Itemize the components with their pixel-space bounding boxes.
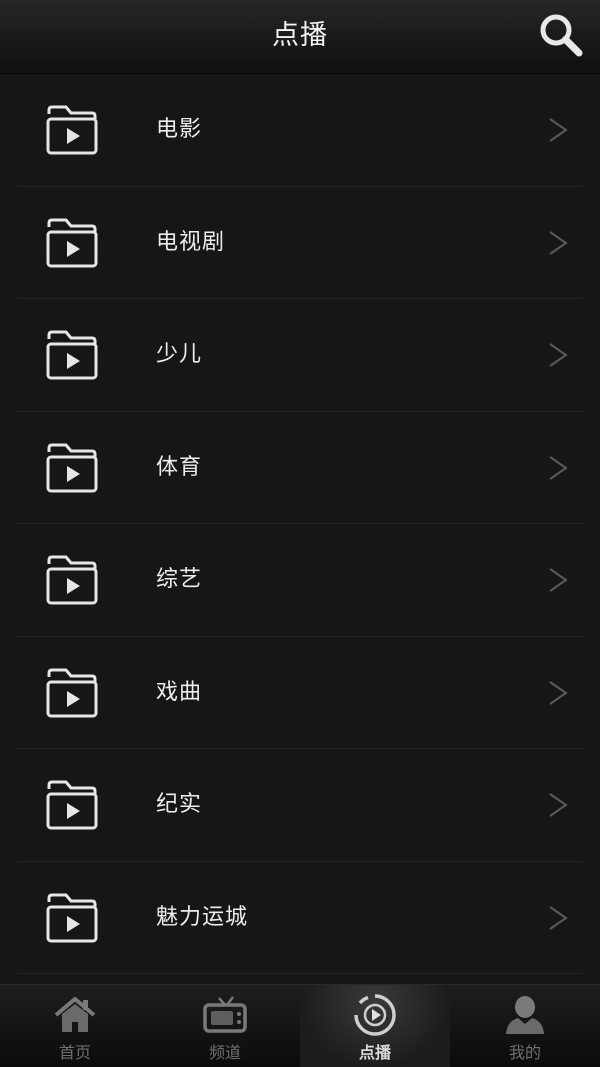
search-icon: [540, 14, 583, 57]
list-item-2[interactable]: 少儿: [0, 299, 600, 412]
category-list: 电影 电视剧 少儿 体育 综艺 戏曲 纪实 魅力运城: [0, 74, 600, 974]
chevron-right-icon: [549, 343, 568, 367]
tab-label: 点播: [358, 1043, 391, 1062]
play-circle-icon: [354, 994, 396, 1036]
list-item-0[interactable]: 电影: [0, 74, 600, 187]
tab-home[interactable]: 首页: [0, 985, 150, 1067]
tab-label: 首页: [58, 1043, 91, 1062]
list-item-label: 电影: [156, 117, 203, 142]
list-item-label: 纪实: [156, 792, 203, 817]
page-title: 点播: [272, 20, 328, 51]
list-item-label: 戏曲: [156, 679, 203, 705]
chevron-right-icon: [549, 230, 568, 255]
user-icon: [506, 996, 544, 1034]
list-item-7[interactable]: 魅力运城: [0, 861, 600, 974]
folder-play-icon: [46, 555, 98, 605]
chevron-right-icon: [549, 680, 568, 705]
tab-label: 频道: [208, 1043, 241, 1062]
chevron-right-icon: [549, 118, 568, 142]
home-icon: [54, 997, 96, 1032]
list-item-3[interactable]: 体育: [0, 411, 600, 524]
chevron-right-icon: [549, 793, 568, 817]
list-item-1[interactable]: 电视剧: [0, 186, 600, 299]
tab-label: 我的: [508, 1043, 541, 1062]
list-item-5[interactable]: 戏曲: [0, 636, 600, 749]
folder-play-icon: [46, 668, 98, 717]
tv-icon: [203, 996, 247, 1033]
chevron-right-icon: [549, 455, 568, 480]
search-button[interactable]: [536, 10, 586, 60]
tab-channels[interactable]: 频道: [150, 985, 300, 1067]
chevron-right-icon: [549, 905, 568, 930]
list-item-6[interactable]: 纪实: [0, 749, 600, 862]
folder-play-icon: [46, 218, 98, 267]
tab-me[interactable]: 我的: [450, 985, 600, 1067]
chevron-right-icon: [549, 568, 568, 592]
tab-vod[interactable]: 点播: [300, 985, 450, 1067]
bottom-tab-bar: 首页 频道 点播 我的: [0, 984, 600, 1067]
folder-play-icon: [46, 780, 98, 830]
list-item-label: 魅力运城: [156, 904, 249, 930]
folder-play-icon: [46, 893, 98, 942]
folder-play-icon: [46, 443, 98, 492]
folder-play-icon: [46, 330, 98, 380]
list-item-label: 电视剧: [156, 229, 226, 255]
list-item-label: 综艺: [156, 567, 203, 592]
list-item-label: 少儿: [156, 342, 203, 367]
folder-play-icon: [46, 105, 98, 155]
app-screen: 点播 电影 电视剧 少儿 体育 综艺 戏曲 纪实 魅力运城 首页 频道 点播 我…: [0, 0, 600, 1067]
list-item-label: 体育: [156, 454, 203, 480]
top-bar: 点播: [0, 0, 600, 74]
list-item-4[interactable]: 综艺: [0, 524, 600, 637]
